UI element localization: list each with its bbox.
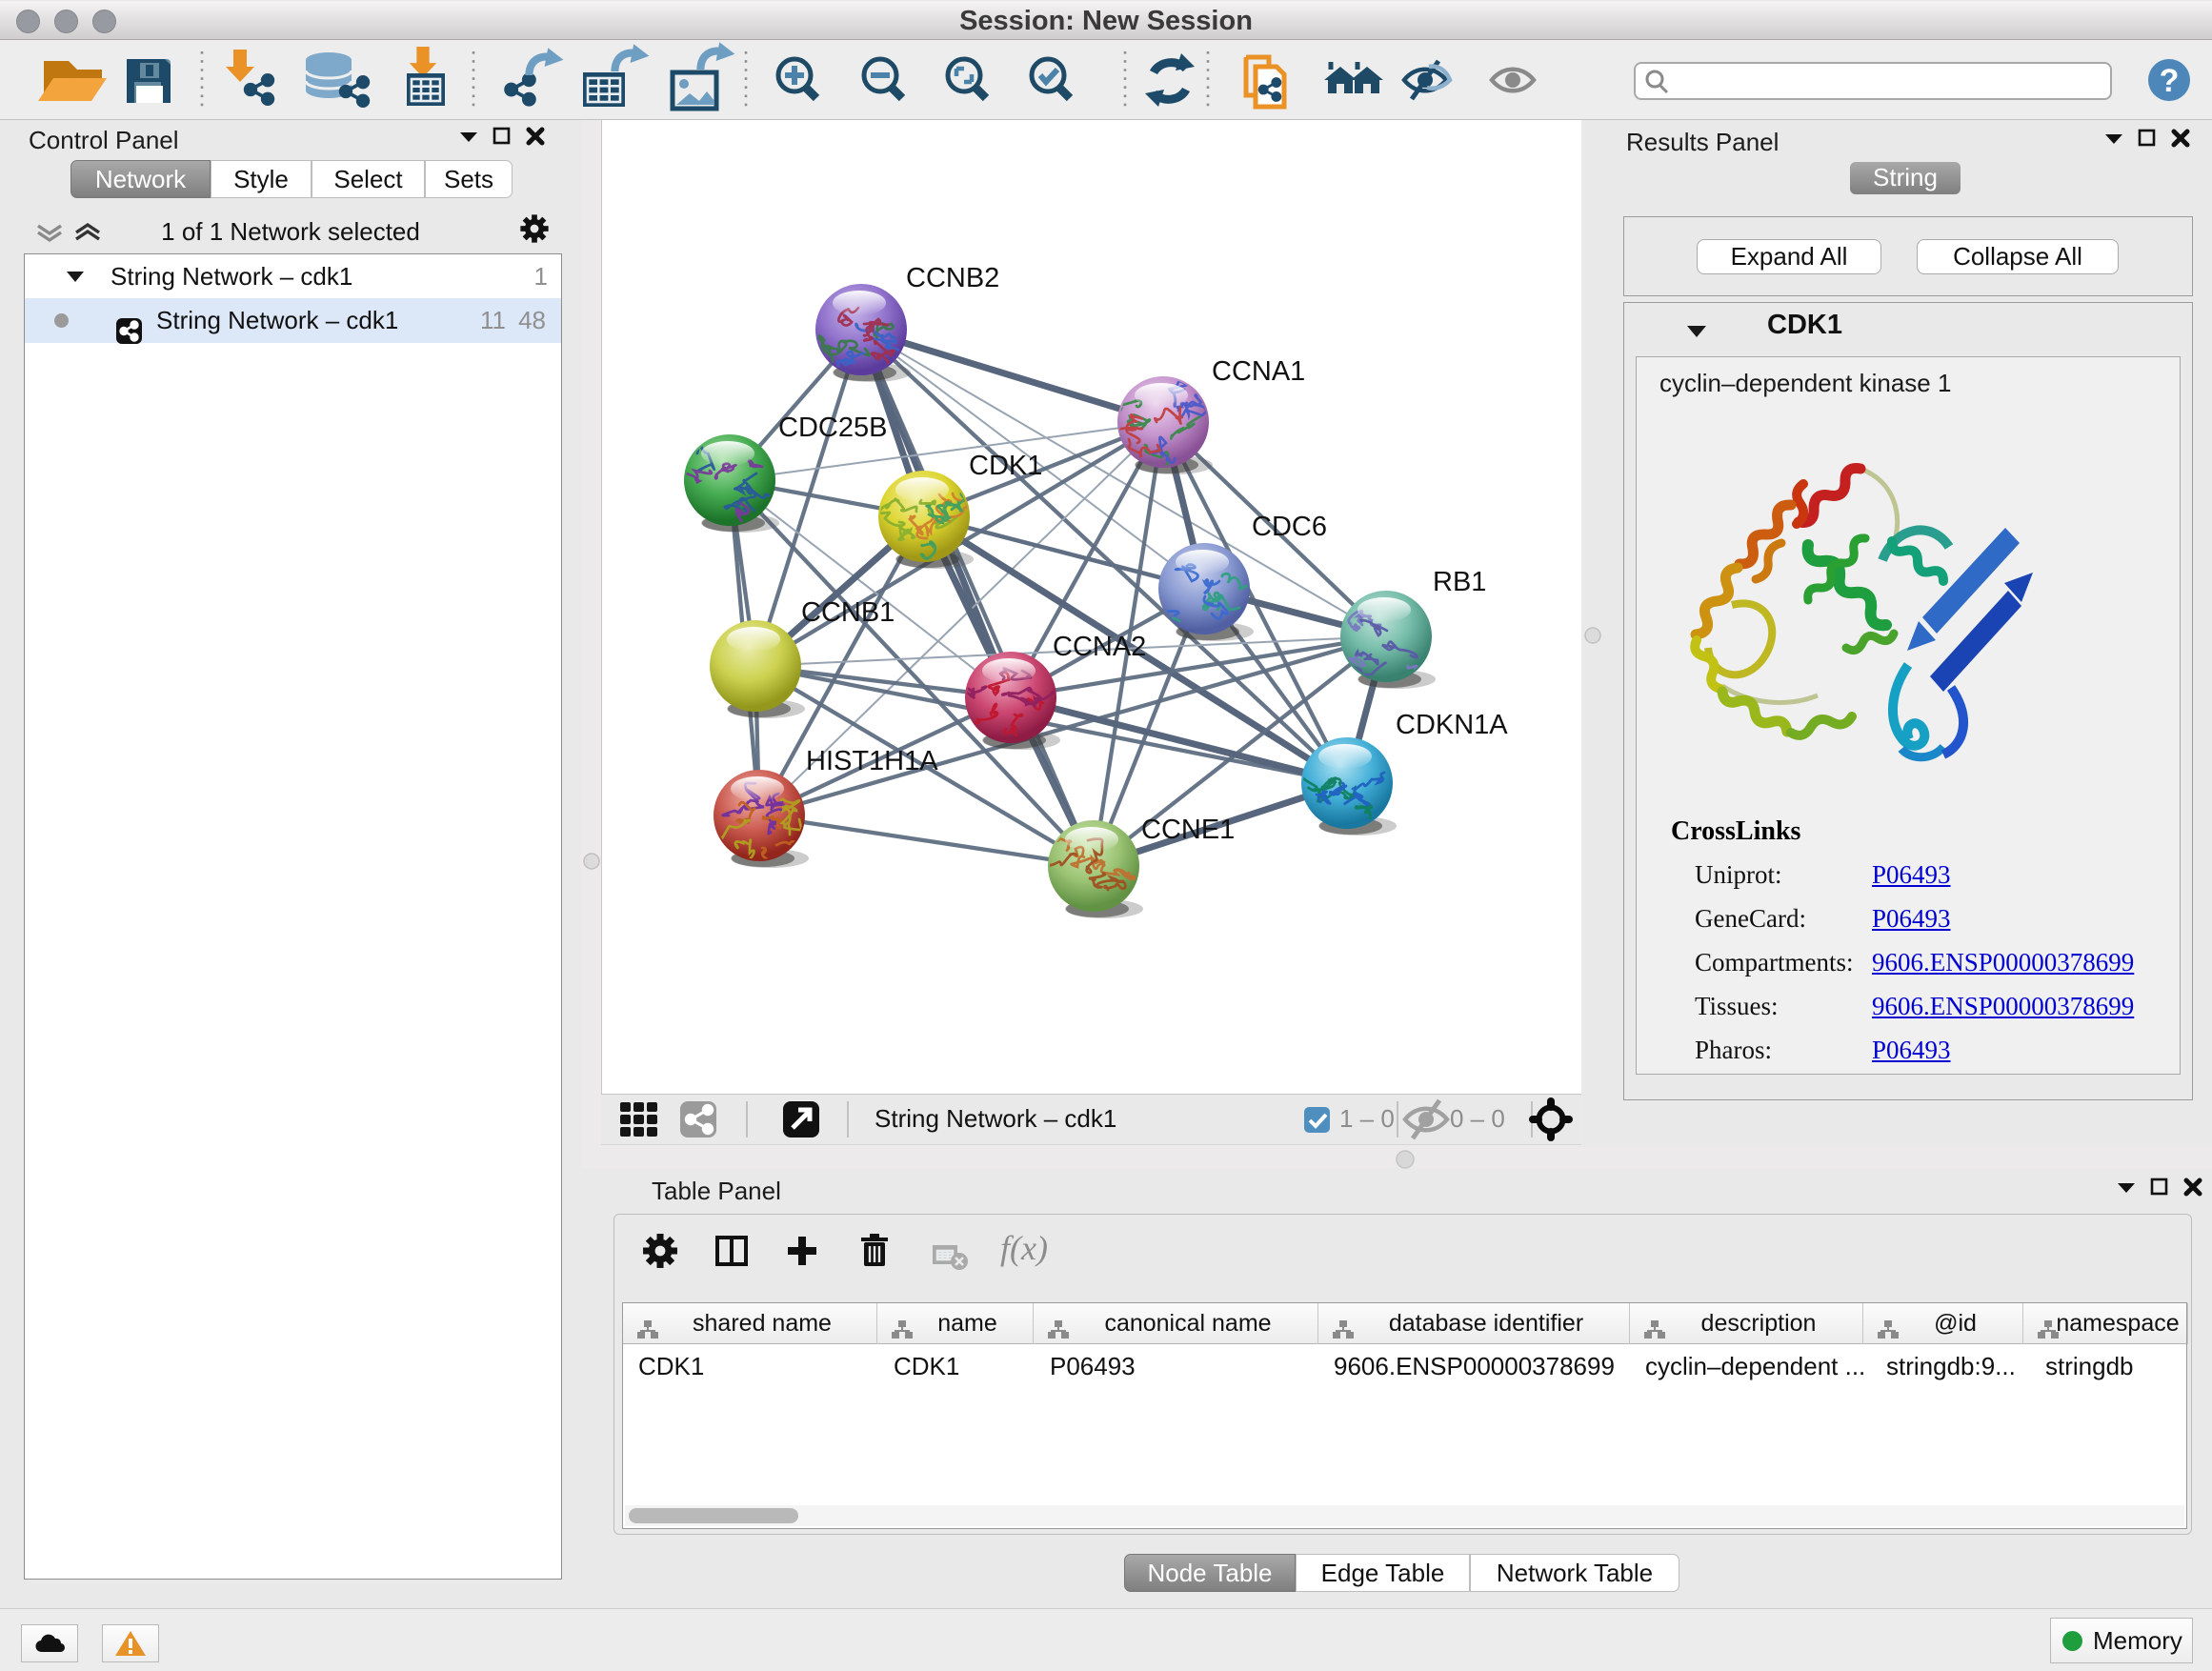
- svg-text:HIST1H1A: HIST1H1A: [806, 746, 938, 776]
- svg-text:CCNB2: CCNB2: [906, 263, 999, 293]
- svg-text:CCNE1: CCNE1: [1141, 815, 1235, 845]
- svg-text:CDC25B: CDC25B: [778, 413, 887, 443]
- svg-text:CCNA1: CCNA1: [1212, 356, 1305, 387]
- svg-text:CCNA2: CCNA2: [1053, 632, 1146, 662]
- svg-text:CDK1: CDK1: [969, 451, 1042, 481]
- svg-text:RB1: RB1: [1433, 567, 1486, 597]
- svg-text:?: ?: [2160, 63, 2180, 99]
- svg-text:CCNB1: CCNB1: [801, 597, 895, 628]
- svg-text:CDKN1A: CDKN1A: [1396, 710, 1508, 740]
- svg-text:CDC6: CDC6: [1252, 512, 1327, 542]
